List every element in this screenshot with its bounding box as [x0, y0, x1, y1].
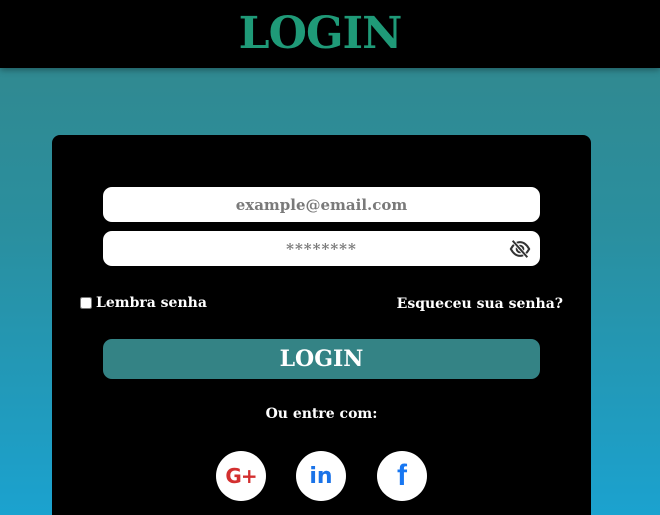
- linkedin-button[interactable]: in: [296, 451, 346, 501]
- top-header: LOGIN: [0, 0, 660, 68]
- facebook-icon: f: [397, 459, 407, 492]
- login-button[interactable]: LOGIN: [103, 339, 540, 379]
- remember-checkbox[interactable]: [80, 297, 92, 309]
- linkedin-icon: in: [309, 463, 333, 489]
- facebook-button[interactable]: f: [377, 451, 427, 501]
- remember-label: Lembra senha: [96, 295, 207, 311]
- google-plus-button[interactable]: G+: [216, 451, 266, 501]
- eye-off-icon[interactable]: [508, 238, 532, 260]
- page-title: LOGIN: [238, 8, 403, 59]
- email-field[interactable]: [103, 187, 540, 222]
- password-field[interactable]: [103, 231, 540, 266]
- alt-login-text: Ou entre com:: [265, 406, 378, 422]
- google-plus-icon: G+: [225, 464, 257, 488]
- forgot-password-link[interactable]: Esqueceu sua senha?: [397, 296, 563, 312]
- remember-me[interactable]: Lembra senha: [80, 295, 207, 311]
